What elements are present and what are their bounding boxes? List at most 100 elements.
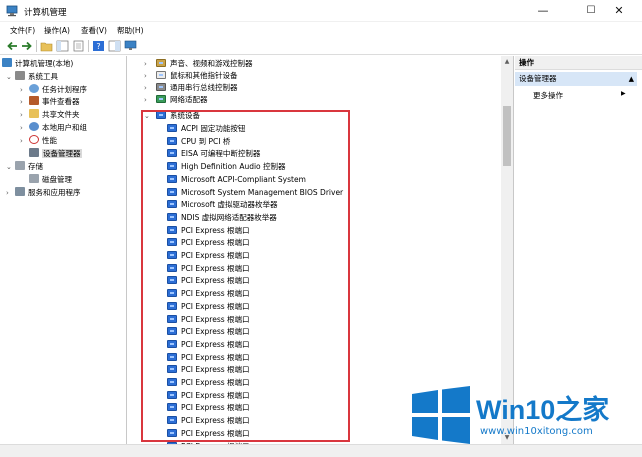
chevron-right-icon[interactable]: › — [20, 84, 29, 96]
tree-item-storage[interactable]: ⌄ 存储 — [6, 161, 43, 173]
device-item[interactable]: PCI Express 根端口 — [167, 237, 250, 249]
tree-item-device-manager[interactable]: 设备管理器 — [29, 148, 82, 160]
menu-view[interactable]: 查看(V) — [81, 25, 107, 36]
device-item[interactable]: PCI Express 根端口 — [167, 288, 250, 300]
watermark-url: www.win10xitong.com — [480, 426, 593, 437]
device-item[interactable]: PCI Express 根端口 — [167, 428, 250, 440]
forward-arrow-icon[interactable] — [20, 40, 33, 52]
system-device-icon — [167, 225, 177, 234]
actions-device-manager[interactable]: 设备管理器 ▲ — [515, 72, 637, 86]
services-icon — [15, 187, 25, 196]
chevron-down-icon[interactable]: ⌄ — [6, 161, 15, 173]
chevron-right-icon[interactable]: › — [144, 70, 156, 82]
category-usb[interactable]: › 通用串行总线控制器 — [144, 82, 238, 94]
windows-logo-icon — [412, 386, 470, 444]
action-pane-icon[interactable] — [108, 40, 121, 52]
navigation-tree: 计算机管理(本地) ⌄ 系统工具 › 任务计划程序 › 事件查看器 › 共享文件夹 › 本… — [0, 56, 127, 444]
up-folder-icon[interactable] — [40, 40, 53, 52]
device-item[interactable]: EISA 可编程中断控制器 — [167, 148, 260, 160]
device-item[interactable]: PCI Express 根端口 — [167, 326, 250, 338]
device-item-label: NDIS 虚拟网络适配器枚举器 — [181, 212, 277, 222]
device-item-label: PCI Express 根端口 — [181, 390, 250, 400]
device-item-label: High Definition Audio 控制器 — [181, 162, 286, 172]
chevron-right-icon[interactable]: › — [20, 122, 29, 134]
device-item[interactable]: Microsoft ACPI-Compliant System — [167, 174, 306, 186]
tree-item-root[interactable]: 计算机管理(本地) — [2, 58, 73, 70]
tree-item-system-tools[interactable]: ⌄ 系统工具 — [6, 71, 58, 83]
toolbar-separator — [36, 40, 37, 52]
device-item[interactable]: PCI Express 根端口 — [167, 275, 250, 287]
device-item[interactable]: PCI Express 根端口 — [167, 364, 250, 376]
device-item[interactable]: PCI Express 根端口 — [167, 263, 250, 275]
device-item[interactable]: PCI Express 根端口 — [167, 377, 250, 389]
device-item[interactable]: PCI Express 根端口 — [167, 339, 250, 351]
device-item[interactable]: PCI Express 根端口 — [167, 225, 250, 237]
device-item[interactable]: PCI Express 根端口 — [167, 314, 250, 326]
system-device-icon — [167, 352, 177, 361]
chevron-down-icon[interactable]: ⌄ — [6, 71, 15, 83]
minimize-button[interactable]: — — [520, 0, 566, 22]
chevron-right-icon[interactable]: › — [20, 109, 29, 121]
chevron-right-icon[interactable]: › — [144, 82, 156, 94]
device-item[interactable]: High Definition Audio 控制器 — [167, 161, 286, 173]
collapse-icon[interactable]: ▲ — [629, 72, 634, 86]
tree-item-local-users[interactable]: › 本地用户和组 — [20, 122, 87, 134]
menu-file[interactable]: 文件(F) — [10, 25, 35, 36]
device-item[interactable]: PCI Express 根端口 — [167, 250, 250, 262]
device-item[interactable]: ACPI 固定功能按钮 — [167, 123, 245, 135]
back-arrow-icon[interactable] — [6, 40, 19, 52]
device-item-label: PCI Express 根端口 — [181, 339, 250, 349]
properties-icon[interactable] — [72, 40, 85, 52]
menu-action[interactable]: 操作(A) — [44, 25, 70, 36]
device-item[interactable]: CPU 到 PCI 桥 — [167, 136, 230, 148]
actions-header: 操作 — [515, 56, 642, 70]
category-sound[interactable]: › 声音、视频和游戏控制器 — [144, 58, 253, 70]
system-device-icon — [167, 403, 177, 412]
close-button[interactable]: ✕ — [596, 0, 642, 22]
device-item[interactable]: PCI Express 根端口 — [167, 390, 250, 402]
device-item[interactable]: Microsoft System Management BIOS Driver — [167, 187, 343, 199]
tree-item-disk-management[interactable]: 磁盘管理 — [29, 174, 72, 186]
chevron-right-icon[interactable]: › — [20, 96, 29, 108]
tree-item-event-viewer[interactable]: › 事件查看器 — [20, 96, 80, 108]
system-device-icon — [167, 136, 177, 145]
system-device-icon — [167, 339, 177, 348]
category-network[interactable]: › 网络适配器 — [144, 94, 208, 106]
device-item-label: Microsoft ACPI-Compliant System — [181, 174, 306, 184]
device-item[interactable]: Microsoft 虚拟驱动器枚举器 — [167, 199, 278, 211]
chevron-down-icon[interactable]: ⌄ — [144, 110, 156, 122]
category-system-devices[interactable]: ⌄ 系统设备 — [144, 110, 200, 122]
device-item[interactable]: PCI Express 根端口 — [167, 301, 250, 313]
scroll-thumb[interactable] — [503, 106, 511, 166]
show-hide-tree-icon[interactable] — [56, 40, 69, 52]
chevron-right-icon[interactable]: › — [144, 94, 156, 106]
scroll-up-icon[interactable]: ▲ — [501, 56, 513, 68]
more-actions-link[interactable]: 更多操作 ▶ — [533, 90, 626, 101]
system-device-icon — [167, 200, 177, 209]
system-device-icon — [167, 174, 177, 183]
chevron-right-icon[interactable]: › — [144, 58, 156, 70]
device-item-label: PCI Express 根端口 — [181, 352, 250, 362]
device-item-label: PCI Express 根端口 — [181, 416, 250, 426]
event-log-icon — [29, 96, 39, 105]
chevron-right-icon[interactable]: › — [6, 187, 15, 199]
menu-help[interactable]: 帮助(H) — [117, 25, 144, 36]
chevron-right-icon[interactable]: › — [20, 135, 29, 147]
system-device-icon — [156, 111, 166, 119]
device-item-label: Microsoft 虚拟驱动器枚举器 — [181, 200, 278, 210]
tree-item-shared-folders[interactable]: › 共享文件夹 — [20, 109, 80, 121]
tree-item-task-scheduler[interactable]: › 任务计划程序 — [20, 84, 87, 96]
device-item[interactable]: PCI Express 根端口 — [167, 415, 250, 427]
system-device-icon — [167, 149, 177, 158]
tree-item-services[interactable]: › 服务和应用程序 — [6, 187, 81, 199]
help-icon[interactable]: ? — [92, 40, 105, 52]
device-item-label: PCI Express 根端口 — [181, 238, 250, 248]
system-device-icon — [167, 124, 177, 132]
monitor-icon[interactable] — [124, 40, 137, 52]
tools-icon — [15, 71, 25, 80]
device-item[interactable]: PCI Express 根端口 — [167, 402, 250, 414]
tree-item-performance[interactable]: › 性能 — [20, 135, 57, 147]
device-item[interactable]: PCI Express 根端口 — [167, 352, 250, 364]
device-item[interactable]: NDIS 虚拟网络适配器枚举器 — [167, 212, 277, 224]
category-mouse[interactable]: › 鼠标和其他指针设备 — [144, 70, 238, 82]
